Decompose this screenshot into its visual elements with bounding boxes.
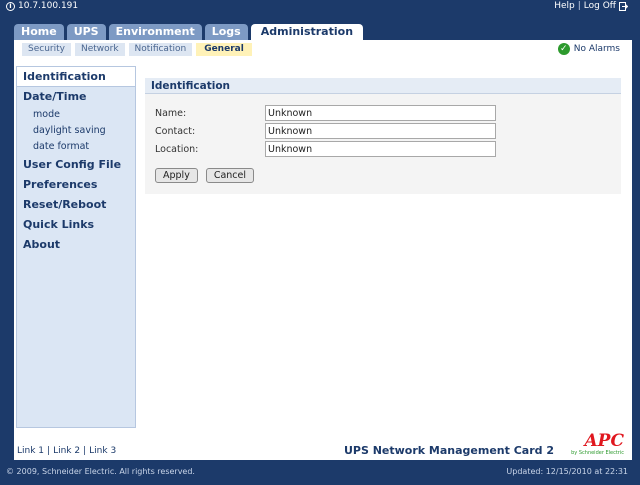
name-field[interactable] xyxy=(265,105,496,121)
location-field[interactable] xyxy=(265,141,496,157)
subtab-notification[interactable]: Notification xyxy=(128,43,193,56)
top-bar: i 10.7.100.191 Help | Log Off xyxy=(0,0,640,22)
host-address: i 10.7.100.191 xyxy=(6,0,78,12)
logoff-link[interactable]: Log Off xyxy=(584,0,616,12)
product-name: UPS Network Management Card 2 xyxy=(343,444,554,457)
sidebar: Identification Date/Time mode daylight s… xyxy=(16,66,136,428)
sidebar-item-preferences[interactable]: Preferences xyxy=(17,175,135,195)
tab-home[interactable]: Home xyxy=(14,24,64,40)
subtab-network[interactable]: Network xyxy=(74,43,125,56)
apply-button[interactable]: Apply xyxy=(155,168,198,183)
bottom-bar: © 2009, Schneider Electric. All rights r… xyxy=(0,460,640,485)
sidebar-item-about[interactable]: About xyxy=(17,235,135,255)
subtab-general[interactable]: General xyxy=(196,43,252,56)
footer: Link 1 | Link 2 | Link 3 UPS Network Man… xyxy=(14,430,632,460)
sidebar-item-date-time[interactable]: Date/Time xyxy=(17,87,135,107)
sub-tabs: Security Network Notification General xyxy=(22,43,252,56)
name-row: Name: xyxy=(155,105,496,121)
sub-tab-bar: Security Network Notification General ✓ … xyxy=(14,40,632,60)
top-links: Help | Log Off xyxy=(554,0,628,12)
sidebar-item-reset-reboot[interactable]: Reset/Reboot xyxy=(17,195,135,215)
sidebar-item-mode[interactable]: mode xyxy=(17,107,135,123)
link-3[interactable]: Link 3 xyxy=(89,446,116,456)
alarm-status[interactable]: ✓ No Alarms xyxy=(557,43,620,55)
logoff-icon[interactable] xyxy=(619,1,628,11)
main-tabs: Home UPS Environment Logs Administration xyxy=(14,24,364,41)
content-area: Identification Date/Time mode daylight s… xyxy=(14,60,632,430)
contact-row: Contact: xyxy=(155,123,496,139)
help-link[interactable]: Help xyxy=(554,0,575,12)
identification-panel: Identification Name: Contact: Location: … xyxy=(145,78,621,194)
brand-wordmark: APC xyxy=(584,431,624,451)
apc-logo: APC by Schneider Electric xyxy=(566,432,624,458)
cancel-button[interactable]: Cancel xyxy=(205,168,255,183)
updated-timestamp: Updated: 12/15/2010 at 22:31 xyxy=(506,467,628,476)
panel-title: Identification xyxy=(145,78,621,94)
separator: | xyxy=(577,1,581,11)
check-icon: ✓ xyxy=(557,43,570,55)
location-row: Location: xyxy=(155,141,496,157)
tab-environment[interactable]: Environment xyxy=(108,24,202,40)
footer-bar: Link 1 | Link 2 | Link 3 UPS Network Man… xyxy=(0,430,640,460)
copyright: © 2009, Schneider Electric. All rights r… xyxy=(6,467,195,476)
contact-field[interactable] xyxy=(265,123,496,139)
link-1[interactable]: Link 1 xyxy=(17,446,44,456)
tab-ups[interactable]: UPS xyxy=(66,24,106,40)
link-separator: | xyxy=(83,446,87,456)
brand-subtitle: by Schneider Electric xyxy=(571,450,624,456)
quick-links: Link 1 | Link 2 | Link 3 xyxy=(17,446,116,456)
link-2[interactable]: Link 2 xyxy=(53,446,80,456)
sidebar-item-quick-links[interactable]: Quick Links xyxy=(17,215,135,235)
tab-logs[interactable]: Logs xyxy=(204,24,248,40)
info-icon: i xyxy=(6,1,15,11)
sidebar-item-user-config-file[interactable]: User Config File xyxy=(17,155,135,175)
alarm-label: No Alarms xyxy=(573,44,620,54)
location-label: Location: xyxy=(155,143,199,155)
subtab-security[interactable]: Security xyxy=(22,43,71,56)
sidebar-item-date-format[interactable]: date format xyxy=(17,139,135,155)
sidebar-item-daylight-saving[interactable]: daylight saving xyxy=(17,123,135,139)
contact-label: Contact: xyxy=(155,125,196,137)
tab-administration[interactable]: Administration xyxy=(250,24,364,41)
host-text: 10.7.100.191 xyxy=(18,1,79,11)
form-buttons: Apply Cancel xyxy=(155,168,255,183)
name-label: Name: xyxy=(155,107,187,119)
link-separator: | xyxy=(47,446,51,456)
sidebar-item-identification[interactable]: Identification xyxy=(17,67,135,87)
